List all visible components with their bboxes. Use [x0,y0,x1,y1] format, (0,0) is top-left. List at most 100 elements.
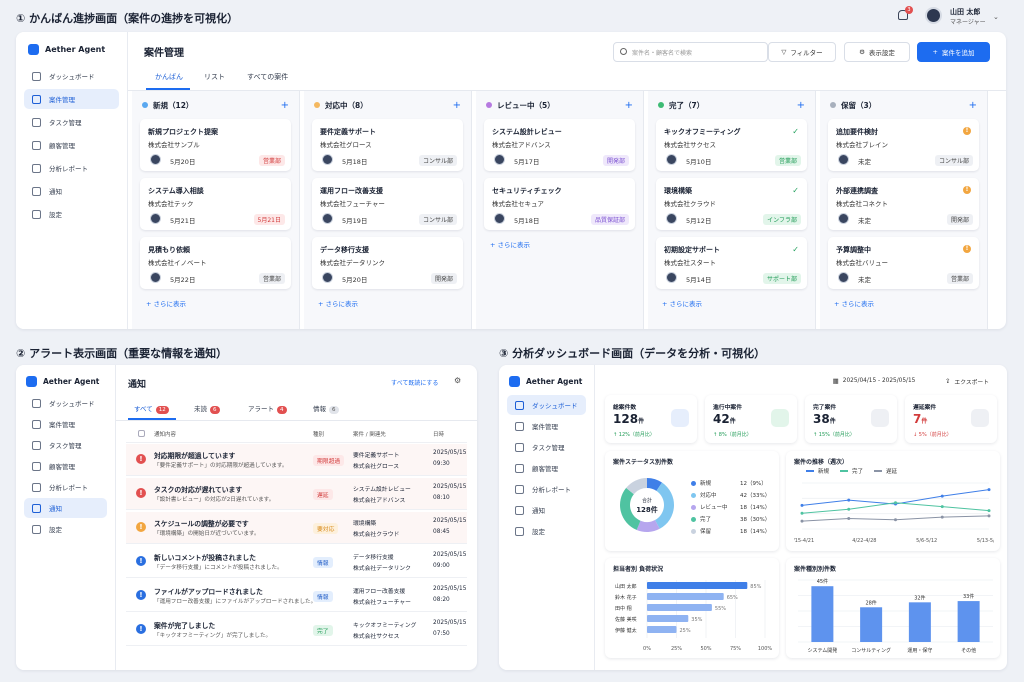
add-card-icon[interactable]: + [281,100,289,111]
nav-item-2[interactable]: タスク管理 [507,437,586,457]
kanban-card[interactable]: キックオフミーティング 株式会社サクセス 5月10日 営業部 ✓ [656,119,807,171]
add-card-icon[interactable]: + [453,100,461,111]
nav-item-5[interactable]: 通知 [24,498,107,518]
show-more-link[interactable]: + さらに表示 [834,298,874,308]
add-card-icon[interactable]: + [797,100,805,111]
column-title: レビュー中（5） [497,100,555,110]
kanban-card[interactable]: 追加要件検討 株式会社ブレイン 未定 コンサル部! [828,119,979,171]
bar-category-label: システム開発 [807,647,837,654]
legend-swatch [874,470,882,472]
nav-item-6[interactable]: 設定 [24,519,107,539]
nav-item-1[interactable]: 案件管理 [24,414,107,434]
nav-item-5[interactable]: 通知 [24,181,119,201]
show-more-link[interactable]: + さらに表示 [146,298,186,308]
tab-1[interactable]: 未読 6 [194,403,220,414]
nav-item-1[interactable]: 案件管理 [24,89,119,109]
chevron-down-icon[interactable]: ⌄ [993,13,999,21]
tab-0[interactable]: かんばん [155,72,183,82]
nav-item-3[interactable]: 顧客管理 [507,458,586,478]
display-settings-button[interactable]: ⚙ 表示設定 [844,42,910,62]
data-point [987,509,991,513]
show-more-link[interactable]: + さらに表示 [318,298,358,308]
notification-row[interactable]: ! 対応期限が超過しています 「要件定義サポート」の対応期限が超過しています。 期限超… [126,444,467,476]
nav-item-6[interactable]: 設定 [507,521,586,541]
display-settings-label: 表示設定 [868,49,895,57]
card-title: 追加要件検討 [836,128,878,136]
filter-button[interactable]: ▽ フィルター [768,42,836,62]
nav-item-4[interactable]: 分析レポート [24,477,107,497]
kanban-card[interactable]: セキュリティチェック 株式会社セキュア 5月18日 品質保証部 [484,178,635,230]
nav-item-3[interactable]: 顧客管理 [24,456,107,476]
bar-category-label: 山田 太郎 [615,583,637,590]
nav-item-4[interactable]: 分析レポート [24,158,119,178]
kanban-card[interactable]: 初期設定サポート 株式会社スタート 5月14日 サポート部 ✓ [656,237,807,289]
data-point [940,515,944,519]
show-more-link[interactable]: + さらに表示 [662,298,702,308]
search-input[interactable]: 案件名・顧客名で検索 [613,42,768,62]
kanban-card[interactable]: 見積もり依頼 株式会社イノベート 5月22日 営業部 [140,237,291,289]
dashboard-icon [515,400,524,410]
line-legend-item: 完了 [840,467,863,475]
user-avatar[interactable] [925,7,942,24]
show-more-link[interactable]: + さらに表示 [490,239,530,249]
tab-2[interactable]: すべての案件 [247,72,288,82]
app-name: Aether Agent [526,377,583,386]
card-company: 株式会社グロース [320,141,372,149]
nav-item-2[interactable]: タスク管理 [24,112,119,132]
card-title: 外部連携調査 [836,187,878,195]
notification-row[interactable]: ! スケジュールの調整が必要です 「環境構築」の開始日が近づいています。 要対応 環境構… [126,512,467,544]
nav-item-6[interactable]: 設定 [24,204,119,224]
kanban-card[interactable]: 予算調整中 株式会社バリュー 未定 営業部! [828,237,979,289]
tab-3[interactable]: 情報 6 [313,403,339,414]
screen2-caption: ② アラート表示画面（重要な情報を通知） [16,347,228,360]
check-icon: ✓ [792,186,799,195]
donut-legend-item: 対応中 42（33%） [691,491,770,499]
mark-all-read-link[interactable]: すべて既読にする [391,378,438,387]
kind-badge: 情報 [313,557,333,568]
nav-label: 分析レポート [49,484,88,492]
kanban-card[interactable]: データ移行支援 株式会社データリンク 5月20日 開発部 [312,237,463,289]
logo-icon [26,376,37,387]
avatar [322,213,333,224]
kanban-card[interactable]: 環境構築 株式会社クラウド 5月12日 インフラ部 ✓ [656,178,807,230]
notification-row[interactable]: ! 案件が完了しました 「キックオフミーティング」が完了しました。 完了 キックオフミー… [126,614,467,646]
select-all-checkbox[interactable] [138,430,145,437]
nav-item-0[interactable]: ダッシュボード [24,393,107,413]
nav-label: ダッシュボード [49,73,95,81]
nav-item-1[interactable]: 案件管理 [507,416,586,436]
kanban-card[interactable]: 外部連携調査 株式会社コネクト 未定 開発部! [828,178,979,230]
nav-item-5[interactable]: 通知 [507,500,586,520]
app-name: Aether Agent [43,377,100,386]
alert-icon: ! [136,556,146,566]
add-project-button[interactable]: + 案件を追加 [917,42,990,62]
nav-item-4[interactable]: 分析レポート [507,479,586,499]
bar-value-label: 45件 [817,578,828,585]
nav-item-0[interactable]: ダッシュボード [507,395,586,415]
export-button[interactable]: ⇪ エクスポート [937,373,997,389]
nav-item-3[interactable]: 顧客管理 [24,135,119,155]
kanban-card[interactable]: システム設計レビュー 株式会社アドバンス 5月17日 開発部 [484,119,635,171]
notification-row[interactable]: ! 新しいコメントが投稿されました 「データ移行支援」にコメントが投稿されました。 情… [126,546,467,578]
date-range-picker[interactable]: ▦ 2025/04/15 - 2025/05/15 [824,373,924,389]
kanban-board: 新規（12） + 新規プロジェクト提案 株式会社サンプル 5月20日 営業部 システム導入相… [128,91,1006,329]
kanban-card[interactable]: 新規プロジェクト提案 株式会社サンプル 5月20日 営業部 [140,119,291,171]
kanban-card[interactable]: 要件定義サポート 株式会社グロース 5月18日 コンサル部 [312,119,463,171]
card-title: システム設計レビュー [492,128,562,136]
card-title: キックオフミーティング [664,128,741,136]
x-tick-label: 5/6-5/12 [916,538,937,544]
kanban-card[interactable]: システム導入相談 株式会社テック 5月21日 5月21日 [140,178,291,230]
tab-2[interactable]: アラート 4 [248,403,287,414]
card-tag: 営業部 [946,273,973,284]
tab-1[interactable]: リスト [204,72,225,82]
folder-icon [671,409,689,427]
add-card-icon[interactable]: + [969,100,977,111]
tab-0[interactable]: すべて 12 [134,403,169,414]
add-card-icon[interactable]: + [625,100,633,111]
nav-item-2[interactable]: タスク管理 [24,435,107,455]
nav-item-0[interactable]: ダッシュボード [24,66,119,86]
kpi-value: 38 [813,412,830,426]
notification-row[interactable]: ! タスクの対応が遅れています 「設計書レビュー」の対応が2日遅れています。 遅延 シス… [126,478,467,510]
kanban-card[interactable]: 運用フロー改善支援 株式会社フューチャー 5月19日 コンサル部 [312,178,463,230]
gear-icon[interactable]: ⚙ [454,376,461,385]
notification-row[interactable]: ! ファイルがアップロードされました 「運用フロー改善支援」にファイルがアップロード… [126,580,467,612]
